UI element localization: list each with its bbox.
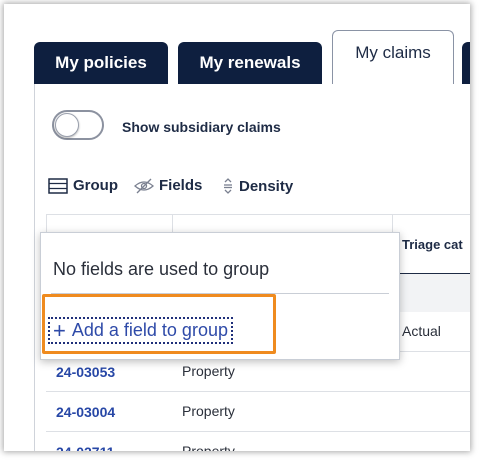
table-row[interactable]: 24-02711 Property <box>46 432 470 451</box>
density-label: Density <box>239 177 294 195</box>
claim-id-link[interactable]: 24-03004 <box>56 404 115 420</box>
plus-icon: + <box>53 317 66 343</box>
group-button[interactable]: Group <box>48 177 118 194</box>
claim-type: Property <box>182 363 235 379</box>
claim-id-link[interactable]: 24-03053 <box>56 364 115 380</box>
claim-triage: Actual <box>402 323 441 339</box>
tab-next-partial[interactable] <box>462 42 470 84</box>
tab-my-renewals[interactable]: My renewals <box>178 42 322 84</box>
claim-type: Property <box>182 443 235 451</box>
tab-my-policies[interactable]: My policies <box>34 42 168 84</box>
fields-button[interactable]: Fields <box>134 177 202 194</box>
density-button[interactable]: Density <box>222 177 293 195</box>
eye-off-icon <box>134 178 154 193</box>
add-field-to-group-button[interactable]: + Add a field to group <box>48 317 233 344</box>
claim-type: Property <box>182 403 235 419</box>
show-subsidiary-toggle[interactable] <box>52 110 104 140</box>
fields-label: Fields <box>159 177 203 194</box>
group-label: Group <box>73 177 118 194</box>
table-row[interactable]: 24-03004 Property <box>46 392 470 432</box>
tab-my-claims[interactable]: My claims <box>332 30 454 84</box>
add-field-label: Add a field to group <box>71 320 228 340</box>
density-icon <box>224 178 232 194</box>
claim-id-link[interactable]: 24-02711 <box>56 444 114 451</box>
show-subsidiary-label: Show subsidiary claims <box>122 119 281 135</box>
column-header-triage[interactable]: Triage cat <box>402 237 463 252</box>
app-frame: My policies My renewals My claims Show s… <box>4 4 470 451</box>
group-empty-message: No fields are used to group <box>53 259 270 279</box>
toggle-knob <box>55 113 79 137</box>
group-icon <box>48 177 68 194</box>
